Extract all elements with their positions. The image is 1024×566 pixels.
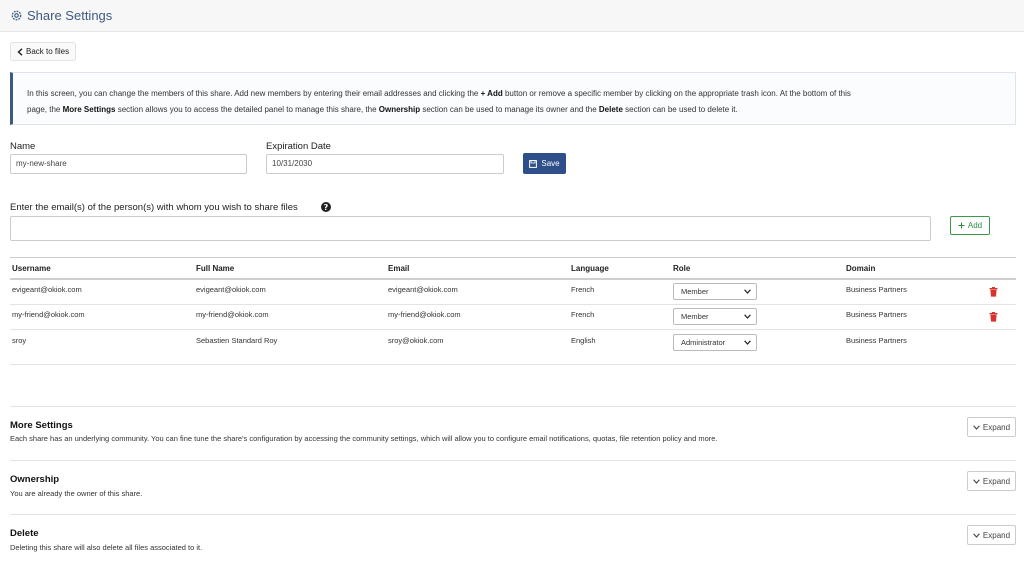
back-to-files-label: Back to files: [26, 47, 70, 56]
section-divider: [10, 514, 1016, 515]
expiration-date-input[interactable]: 10/31/2030: [266, 154, 504, 174]
domain-cell: Business Partners: [846, 310, 907, 319]
more-settings-title: More Settings: [10, 420, 73, 431]
plus-icon: [958, 222, 965, 229]
more-settings-expand-button[interactable]: Expand: [967, 417, 1016, 437]
role-select[interactable]: Member: [673, 283, 757, 300]
chevron-down-icon: [744, 289, 751, 294]
back-to-files-button[interactable]: Back to files: [10, 42, 77, 61]
name-input[interactable]: my-new-share: [10, 154, 247, 174]
username-cell: evigeant@okiok.com: [12, 285, 82, 294]
expand-label: Expand: [982, 476, 1011, 486]
column-header-domain: Domain: [846, 264, 876, 273]
add-label: Add: [967, 221, 983, 230]
row-divider: [10, 304, 1016, 305]
chevron-down-icon: [973, 478, 980, 484]
language-cell: French: [571, 285, 595, 294]
page-title: Share Settings: [27, 8, 113, 23]
info-line-2: page, the More Settings section allows y…: [27, 105, 738, 114]
table-top-border: [10, 257, 1016, 258]
full-name-cell: Sebastien Standard Roy: [196, 336, 278, 345]
language-cell: French: [571, 310, 595, 319]
info-banner: In this screen, you can change the membe…: [10, 72, 1016, 125]
trash-icon[interactable]: [989, 287, 998, 297]
section-divider: [10, 406, 1016, 407]
delete-expand-button[interactable]: Expand: [967, 525, 1016, 545]
add-button[interactable]: Add: [950, 216, 990, 235]
chevron-left-icon: [17, 47, 23, 56]
ownership-expand-button[interactable]: Expand: [967, 471, 1016, 491]
svg-text:?: ?: [324, 203, 329, 212]
chevron-down-icon: [744, 340, 751, 345]
chevron-down-icon: [744, 314, 751, 319]
email-cell: evigeant@okiok.com: [388, 285, 458, 294]
save-button[interactable]: Save: [523, 153, 566, 174]
trash-icon[interactable]: [989, 312, 998, 322]
column-header-email: Email: [388, 264, 410, 273]
role-value: Administrator: [681, 338, 726, 347]
role-value: Member: [681, 312, 709, 321]
full-name-cell: evigeant@okiok.com: [196, 285, 266, 294]
domain-cell: Business Partners: [846, 285, 907, 294]
ownership-description: You are already the owner of this share.: [10, 489, 143, 498]
question-circle-icon[interactable]: ?: [321, 202, 331, 212]
role-value: Member: [681, 287, 709, 296]
section-divider: [10, 460, 1016, 461]
email-entry-label: Enter the email(s) of the person(s) with…: [10, 202, 298, 213]
save-icon: [529, 159, 538, 168]
expand-label: Expand: [982, 422, 1011, 432]
gear-icon: [11, 10, 22, 21]
column-header-username: Username: [12, 264, 51, 273]
info-line-1: In this screen, you can change the membe…: [27, 89, 851, 98]
email-cell: my-friend@okiok.com: [388, 310, 461, 319]
page-header: Share Settings: [0, 0, 1024, 32]
save-label: Save: [541, 159, 560, 168]
row-divider: [10, 364, 1016, 365]
role-select[interactable]: Member: [673, 308, 757, 325]
full-name-cell: my-friend@okiok.com: [196, 310, 269, 319]
delete-description: Deleting this share will also delete all…: [10, 543, 203, 552]
table-header-divider: [10, 278, 1016, 280]
email-cell: sroy@okiok.com: [388, 336, 444, 345]
expiration-date-label: Expiration Date: [266, 141, 331, 152]
domain-cell: Business Partners: [846, 336, 907, 345]
column-header-full-name: Full Name: [196, 264, 235, 273]
more-settings-description: Each share has an underlying community. …: [10, 434, 718, 443]
column-header-role: Role: [673, 264, 691, 273]
language-cell: English: [571, 336, 596, 345]
expand-label: Expand: [982, 530, 1011, 540]
email-input[interactable]: [10, 216, 931, 241]
delete-title: Delete: [10, 528, 39, 539]
username-cell: sroy: [12, 336, 27, 345]
row-divider: [10, 329, 1016, 330]
column-header-language: Language: [571, 264, 609, 273]
chevron-down-icon: [973, 424, 980, 430]
chevron-down-icon: [973, 532, 980, 538]
username-cell: my-friend@okiok.com: [12, 310, 85, 319]
name-label: Name: [10, 141, 36, 152]
role-select[interactable]: Administrator: [673, 334, 757, 351]
ownership-title: Ownership: [10, 474, 60, 485]
